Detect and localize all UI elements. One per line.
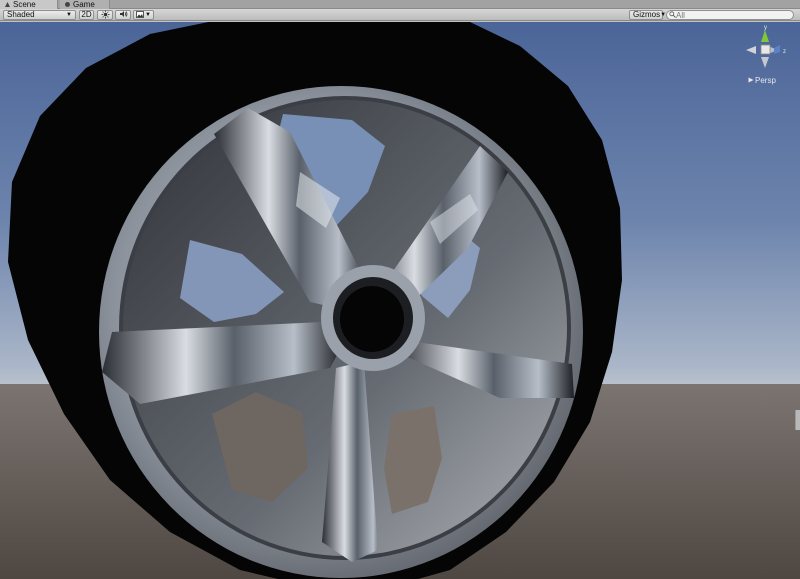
lighting-toggle-button[interactable] <box>97 10 113 20</box>
editor-tab-bar: Scene Game <box>0 0 800 9</box>
tab-game-label: Game <box>73 0 95 9</box>
tab-scene-label: Scene <box>13 0 36 9</box>
search-input[interactable] <box>676 11 786 19</box>
center-hub-cap <box>340 286 404 352</box>
tab-game[interactable]: Game <box>60 0 110 9</box>
projection-label: Persp <box>755 76 776 85</box>
gizmo-z-label: z <box>783 49 786 55</box>
image-icon <box>136 10 144 20</box>
gizmo-center-cube-icon[interactable] <box>760 44 771 55</box>
audio-toggle-button[interactable] <box>115 10 131 20</box>
chevron-down-icon: ▼ <box>66 12 72 18</box>
search-icon <box>669 10 676 20</box>
scene-icon <box>4 1 11 8</box>
projection-toggle[interactable]: Persp <box>748 76 776 85</box>
gizmo-neg-x-arrow-icon[interactable] <box>746 46 756 54</box>
gizmo-z-arrow-icon[interactable] <box>761 57 769 68</box>
viewport-scroll-indicator[interactable] <box>795 410 800 430</box>
gizmos-label: Gizmos <box>633 10 661 19</box>
gizmo-z-axis-icon[interactable] <box>774 45 780 54</box>
tab-scene[interactable]: Scene <box>0 0 58 9</box>
toggle-2d-label: 2D <box>81 10 92 19</box>
gizmos-dropdown[interactable]: Gizmos ▼ <box>629 10 666 20</box>
speaker-icon <box>119 10 128 20</box>
toggle-2d-button[interactable]: 2D <box>79 10 94 20</box>
game-icon <box>64 1 71 8</box>
gizmo-y-arrow-icon[interactable] <box>761 30 769 42</box>
chevron-down-icon: ▼ <box>145 12 151 18</box>
projection-icon <box>748 76 754 85</box>
scene-toolbar: Shaded ▼ 2D ▼ Gizmos ▼ <box>0 9 800 21</box>
draw-mode-dropdown[interactable]: Shaded ▼ <box>3 10 76 20</box>
effects-dropdown[interactable]: ▼ <box>133 10 154 20</box>
hierarchy-search[interactable] <box>666 10 794 20</box>
draw-mode-label: Shaded <box>7 10 35 19</box>
sun-icon <box>101 10 110 21</box>
scene-viewport[interactable] <box>0 22 800 579</box>
gizmo-y-label: y <box>764 25 767 31</box>
